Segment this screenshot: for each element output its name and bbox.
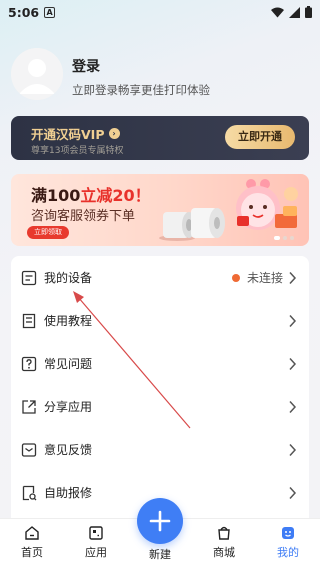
chevron-right-circle-icon: › xyxy=(108,128,120,139)
tab-store[interactable]: 商城 xyxy=(199,525,249,560)
promo-subline: 咨询客服领券下单 xyxy=(31,209,136,224)
tab-apps[interactable]: 应用 xyxy=(71,525,121,560)
notification-badge: A xyxy=(44,6,56,18)
chevron-right-icon xyxy=(289,271,297,284)
status-bar: 5:06 A xyxy=(0,0,320,24)
status-dot-icon xyxy=(231,273,240,282)
promo-headline: 满100立减20！ xyxy=(31,182,151,206)
avatar[interactable] xyxy=(11,48,63,100)
tab-label: 应用 xyxy=(85,546,107,559)
settings-menu: 我的设备 未连接 使用教程 常见问题 分享应用 意见反馈 自助报修 xyxy=(11,256,309,518)
apps-icon xyxy=(89,526,103,540)
chevron-right-icon xyxy=(289,443,297,456)
chevron-right-icon xyxy=(289,357,297,370)
share-icon xyxy=(22,399,36,414)
menu-item-faq[interactable]: 常见问题 xyxy=(11,342,309,385)
tab-label: 首页 xyxy=(21,546,43,559)
menu-item-label: 分享应用 xyxy=(44,400,93,414)
tab-label: 我的 xyxy=(277,546,299,559)
menu-item-label: 意见反馈 xyxy=(44,443,93,457)
menu-item-label: 常见问题 xyxy=(44,357,93,371)
device-list-icon xyxy=(21,270,37,285)
menu-item-label: 使用教程 xyxy=(44,314,93,328)
banner-pagination xyxy=(274,236,294,240)
menu-item-feedback[interactable]: 意见反馈 xyxy=(11,428,309,471)
promo-highlight: 立减20！ xyxy=(80,186,151,205)
menu-item-tutorial[interactable]: 使用教程 xyxy=(11,299,309,342)
vip-subtitle: 尊享13项会员专属特权 xyxy=(31,146,124,156)
signal-icon xyxy=(289,6,300,18)
plus-icon xyxy=(149,510,171,532)
vip-open-button[interactable]: 立即开通 xyxy=(225,125,295,149)
promo-prefix: 满100 xyxy=(31,186,81,205)
tab-mine[interactable]: 我的 xyxy=(263,525,313,560)
document-icon xyxy=(22,313,36,328)
menu-item-label: 我的设备 xyxy=(44,271,93,285)
pagination-dot xyxy=(290,236,294,240)
repair-document-icon xyxy=(22,485,37,500)
vip-title-text: 开通汉码VIP xyxy=(31,127,105,142)
login-title[interactable]: 登录 xyxy=(72,56,100,76)
profile-icon xyxy=(282,527,294,539)
vip-title: 开通汉码VIP › xyxy=(31,124,120,143)
status-time: 5:06 xyxy=(8,4,40,20)
battery-icon xyxy=(305,6,312,18)
paper-roll-illustration xyxy=(159,208,225,241)
chevron-right-icon xyxy=(289,314,297,327)
vip-card[interactable]: 开通汉码VIP › 尊享13项会员专属特权 立即开通 xyxy=(11,116,309,160)
create-new-button[interactable] xyxy=(137,498,183,544)
promo-banner[interactable]: 满100立减20！ 咨询客服领券下单 立即领取 xyxy=(11,174,309,246)
login-subtitle: 立即登录畅享更佳打印体验 xyxy=(72,83,210,97)
wifi-icon xyxy=(271,7,284,17)
tab-label: 商城 xyxy=(213,546,235,559)
chevron-right-icon xyxy=(289,400,297,413)
promo-claim-button[interactable]: 立即领取 xyxy=(27,226,69,239)
device-connection-status: 未连接 xyxy=(231,269,283,286)
menu-item-my-devices[interactable]: 我的设备 未连接 xyxy=(11,256,309,299)
tab-home[interactable]: 首页 xyxy=(7,525,57,560)
create-new-label: 新建 xyxy=(149,548,171,561)
shopping-bag-icon xyxy=(218,526,230,540)
menu-item-label: 自助报修 xyxy=(44,486,93,500)
profile-header[interactable] xyxy=(11,48,63,100)
feedback-icon xyxy=(21,442,37,457)
pagination-dot-active xyxy=(274,236,280,240)
question-icon xyxy=(21,356,37,371)
device-status-text: 未连接 xyxy=(246,271,283,285)
mascot-illustration xyxy=(236,179,298,230)
chevron-right-icon xyxy=(289,486,297,499)
menu-item-share-app[interactable]: 分享应用 xyxy=(11,385,309,428)
home-icon xyxy=(25,526,39,540)
pagination-dot xyxy=(283,236,287,240)
default-avatar-icon xyxy=(11,48,63,100)
